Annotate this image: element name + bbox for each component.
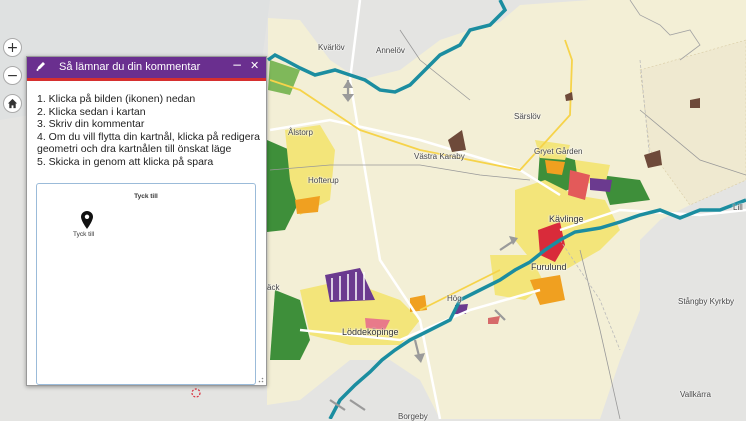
resize-handle-icon[interactable] bbox=[256, 375, 264, 383]
zoom-in-button[interactable]: + bbox=[3, 38, 22, 57]
place-label-hofterup: Hofterup bbox=[308, 176, 339, 185]
instruction-item: 2. Klicka sedan i kartan bbox=[37, 105, 146, 118]
place-label-stangby-kyrkby: Stångby Kyrkby bbox=[678, 297, 735, 306]
instruction-list: 1. Klicka på bilden (ikonen) nedan 2. Kl… bbox=[37, 93, 265, 168]
card-title: Tyck till bbox=[134, 193, 158, 200]
instruction-item: 5. Skicka in genom att klicka på spara bbox=[37, 155, 214, 168]
map-pin-icon bbox=[81, 211, 93, 229]
instruction-item: 3. Skriv din kommentar bbox=[37, 118, 145, 130]
place-label-lill: Lill bbox=[733, 203, 743, 212]
feedback-card: Tyck till Tyck till bbox=[36, 183, 256, 385]
instruction-item: 1. Klicka på bilden (ikonen) nedan bbox=[37, 93, 196, 105]
place-label-kvarlov: Kvärlöv bbox=[318, 43, 345, 52]
place-label-annelov: Annelöv bbox=[376, 46, 405, 55]
home-button[interactable] bbox=[3, 94, 22, 113]
home-icon bbox=[7, 98, 18, 109]
place-label-vastra-karaby: Västra Karaby bbox=[414, 152, 465, 161]
panel-title: Så lämnar du din kommentar bbox=[59, 61, 201, 73]
zoom-out-button[interactable]: − bbox=[3, 66, 22, 85]
place-label-gryet-garden: Gryet Gården bbox=[534, 147, 583, 156]
place-label-loddekopinge: Löddeköpinge bbox=[342, 327, 399, 337]
place-label-sarslov: Särslöv bbox=[514, 112, 541, 121]
place-label-vallkarra: Vallkärra bbox=[680, 390, 711, 399]
place-label-ack: äck bbox=[267, 283, 280, 292]
comment-panel: Så lämnar du din kommentar − ✕ 1. Klicka… bbox=[26, 56, 267, 386]
minimize-icon[interactable]: − bbox=[232, 58, 242, 72]
pin-label: Tyck till bbox=[73, 231, 95, 238]
panel-header: Så lämnar du din kommentar − ✕ bbox=[27, 57, 266, 81]
place-label-hog: Hög bbox=[447, 294, 462, 303]
edit-pin-icon bbox=[35, 60, 47, 75]
place-label-kavlinge: Kävlinge bbox=[549, 214, 584, 224]
add-comment-pin-button[interactable]: Tyck till bbox=[73, 211, 97, 245]
place-label-alstorp: Ålstorp bbox=[288, 128, 313, 137]
place-label-furulund: Furulund bbox=[531, 262, 567, 272]
close-icon[interactable]: ✕ bbox=[250, 59, 259, 72]
place-label-borgeby: Borgeby bbox=[398, 412, 428, 421]
instruction-item: 4. Om du vill flytta din kartnål, klicka… bbox=[37, 130, 260, 156]
